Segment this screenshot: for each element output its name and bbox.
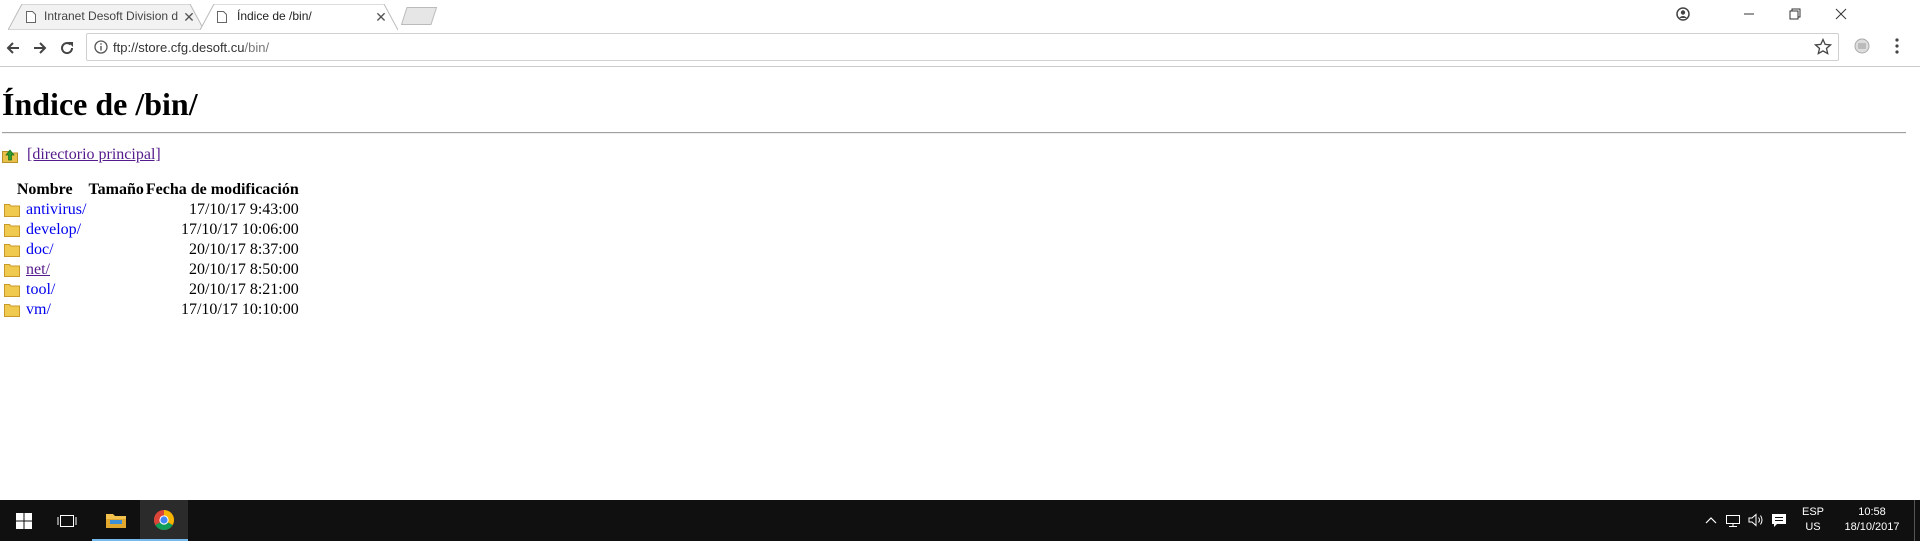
folder-icon xyxy=(4,224,20,237)
name-cell: vm/ xyxy=(2,300,87,320)
show-desktop-button[interactable] xyxy=(1914,500,1920,541)
address-bar[interactable]: ftp://store.cfg.desoft.cu/bin/ xyxy=(86,33,1839,61)
url-host: ftp://store.cfg.desoft.cu xyxy=(113,40,245,55)
tab-intranet[interactable]: Intranet Desoft Division d ✕ xyxy=(8,4,204,30)
notification-icon[interactable] xyxy=(1771,513,1787,528)
bookmark-star-icon[interactable] xyxy=(1814,38,1832,56)
page-icon xyxy=(26,11,36,23)
size-cell xyxy=(87,240,144,260)
size-cell xyxy=(87,280,144,300)
file-explorer-button[interactable] xyxy=(92,500,140,541)
date-cell: 20/10/17 8:21:00 xyxy=(188,281,299,298)
name-cell: net/ xyxy=(2,260,87,280)
task-view-button[interactable] xyxy=(43,500,91,541)
size-cell xyxy=(87,300,144,320)
folder-icon xyxy=(4,284,20,297)
name-cell: doc/ xyxy=(2,240,87,260)
name-cell: tool/ xyxy=(2,280,87,300)
table-row: net/ 20/10/17 8:50:00 xyxy=(2,260,300,280)
reload-icon xyxy=(61,42,74,55)
name-cell: antivirus/ xyxy=(2,200,87,220)
date-cell: 17/10/17 10:10:00 xyxy=(180,301,299,318)
new-tab-button[interactable] xyxy=(401,7,437,25)
page-icon xyxy=(217,11,227,23)
browser-toolbar: ftp://store.cfg.desoft.cu/bin/ xyxy=(0,30,1920,67)
menu-dots-icon[interactable] xyxy=(1888,37,1906,55)
info-icon[interactable] xyxy=(94,40,108,54)
folder-icon xyxy=(4,244,20,257)
folder-link[interactable]: net/ xyxy=(26,261,50,278)
taskbar: ESP US 10:58 18/10/2017 xyxy=(0,500,1920,541)
clock-date: 18/10/2017 xyxy=(1844,521,1900,533)
tab-bin-index[interactable]: Índice de /bin/ ✕ xyxy=(200,4,398,31)
extension-icon[interactable] xyxy=(1853,37,1871,55)
date-cell: 20/10/17 8:50:00 xyxy=(188,261,299,278)
arrow-left-icon xyxy=(6,42,19,54)
parent-directory-link[interactable]: [directorio principal] xyxy=(27,146,161,164)
table-row: antivirus/ 17/10/17 9:43:00 xyxy=(2,200,300,220)
name-cell: develop/ xyxy=(2,220,87,240)
clock-time: 10:58 xyxy=(1858,506,1886,518)
close-tab-icon[interactable]: ✕ xyxy=(182,10,196,24)
folder-icon xyxy=(4,204,20,217)
tab-title: Intranet Desoft Division d xyxy=(44,9,179,23)
folder-up-icon xyxy=(2,149,18,163)
divider xyxy=(2,132,1906,134)
url-path: /bin/ xyxy=(244,40,270,55)
close-tab-icon[interactable]: ✕ xyxy=(374,10,388,24)
table-row: doc/ 20/10/17 8:37:00 xyxy=(2,240,300,260)
table-row: vm/ 17/10/17 10:10:00 xyxy=(2,300,300,320)
directory-listing: Nombre Tamaño Fecha de modificación anti… xyxy=(2,180,300,320)
restore-icon[interactable] xyxy=(1772,0,1818,28)
window-controls xyxy=(1660,0,1920,28)
url-text[interactable]: ftp://store.cfg.desoft.cu/bin/ xyxy=(113,40,269,55)
close-window-icon[interactable] xyxy=(1818,0,1864,28)
folder-link[interactable]: develop/ xyxy=(26,221,81,238)
folder-link[interactable]: tool/ xyxy=(26,281,55,298)
folder-icon xyxy=(106,513,126,528)
task-view-icon xyxy=(57,514,77,527)
date-cell: 20/10/17 8:37:00 xyxy=(188,241,299,258)
table-header-row: Nombre Tamaño Fecha de modificación xyxy=(2,180,300,200)
table-row: tool/ 20/10/17 8:21:00 xyxy=(2,280,300,300)
chevron-up-icon[interactable] xyxy=(1705,516,1717,524)
size-cell xyxy=(87,260,144,280)
volume-icon[interactable] xyxy=(1748,513,1764,527)
forward-button[interactable] xyxy=(29,37,51,59)
tab-strip: Intranet Desoft Division d ✕ Índice de /… xyxy=(0,0,1920,31)
table-row: develop/ 17/10/17 10:06:00 xyxy=(2,220,300,240)
date-cell: 17/10/17 9:43:00 xyxy=(188,201,299,218)
folder-icon xyxy=(4,264,20,277)
minimize-icon[interactable] xyxy=(1726,0,1772,28)
language-code: ESP xyxy=(1801,506,1824,518)
folder-link[interactable]: antivirus/ xyxy=(26,201,86,218)
chrome-icon xyxy=(154,509,174,530)
column-header-date[interactable]: Fecha de modificación xyxy=(145,180,300,200)
network-icon[interactable] xyxy=(1725,514,1741,528)
column-header-name[interactable]: Nombre xyxy=(2,180,87,200)
folder-icon xyxy=(4,304,20,317)
size-cell xyxy=(87,220,144,240)
chrome-button[interactable] xyxy=(140,500,188,541)
windows-logo-icon xyxy=(16,512,32,529)
back-button[interactable] xyxy=(2,37,24,59)
arrow-right-icon xyxy=(34,42,47,54)
account-icon[interactable] xyxy=(1660,0,1706,28)
page-content: Índice de /bin/ [directorio principal] N… xyxy=(0,67,1920,500)
folder-link[interactable]: doc/ xyxy=(26,241,54,258)
tab-title: Índice de /bin/ xyxy=(237,9,312,23)
size-cell xyxy=(87,200,144,220)
reload-button[interactable] xyxy=(56,37,78,59)
clock[interactable]: 10:58 18/10/2017 xyxy=(1832,505,1912,535)
keyboard-layout: US xyxy=(1805,521,1821,533)
date-cell: 17/10/17 10:06:00 xyxy=(180,221,299,238)
page-title: Índice de /bin/ xyxy=(2,86,198,122)
language-indicator[interactable]: ESP US xyxy=(1798,505,1828,535)
folder-link[interactable]: vm/ xyxy=(26,301,51,318)
column-header-size[interactable]: Tamaño xyxy=(87,180,144,200)
start-button[interactable] xyxy=(0,500,48,541)
